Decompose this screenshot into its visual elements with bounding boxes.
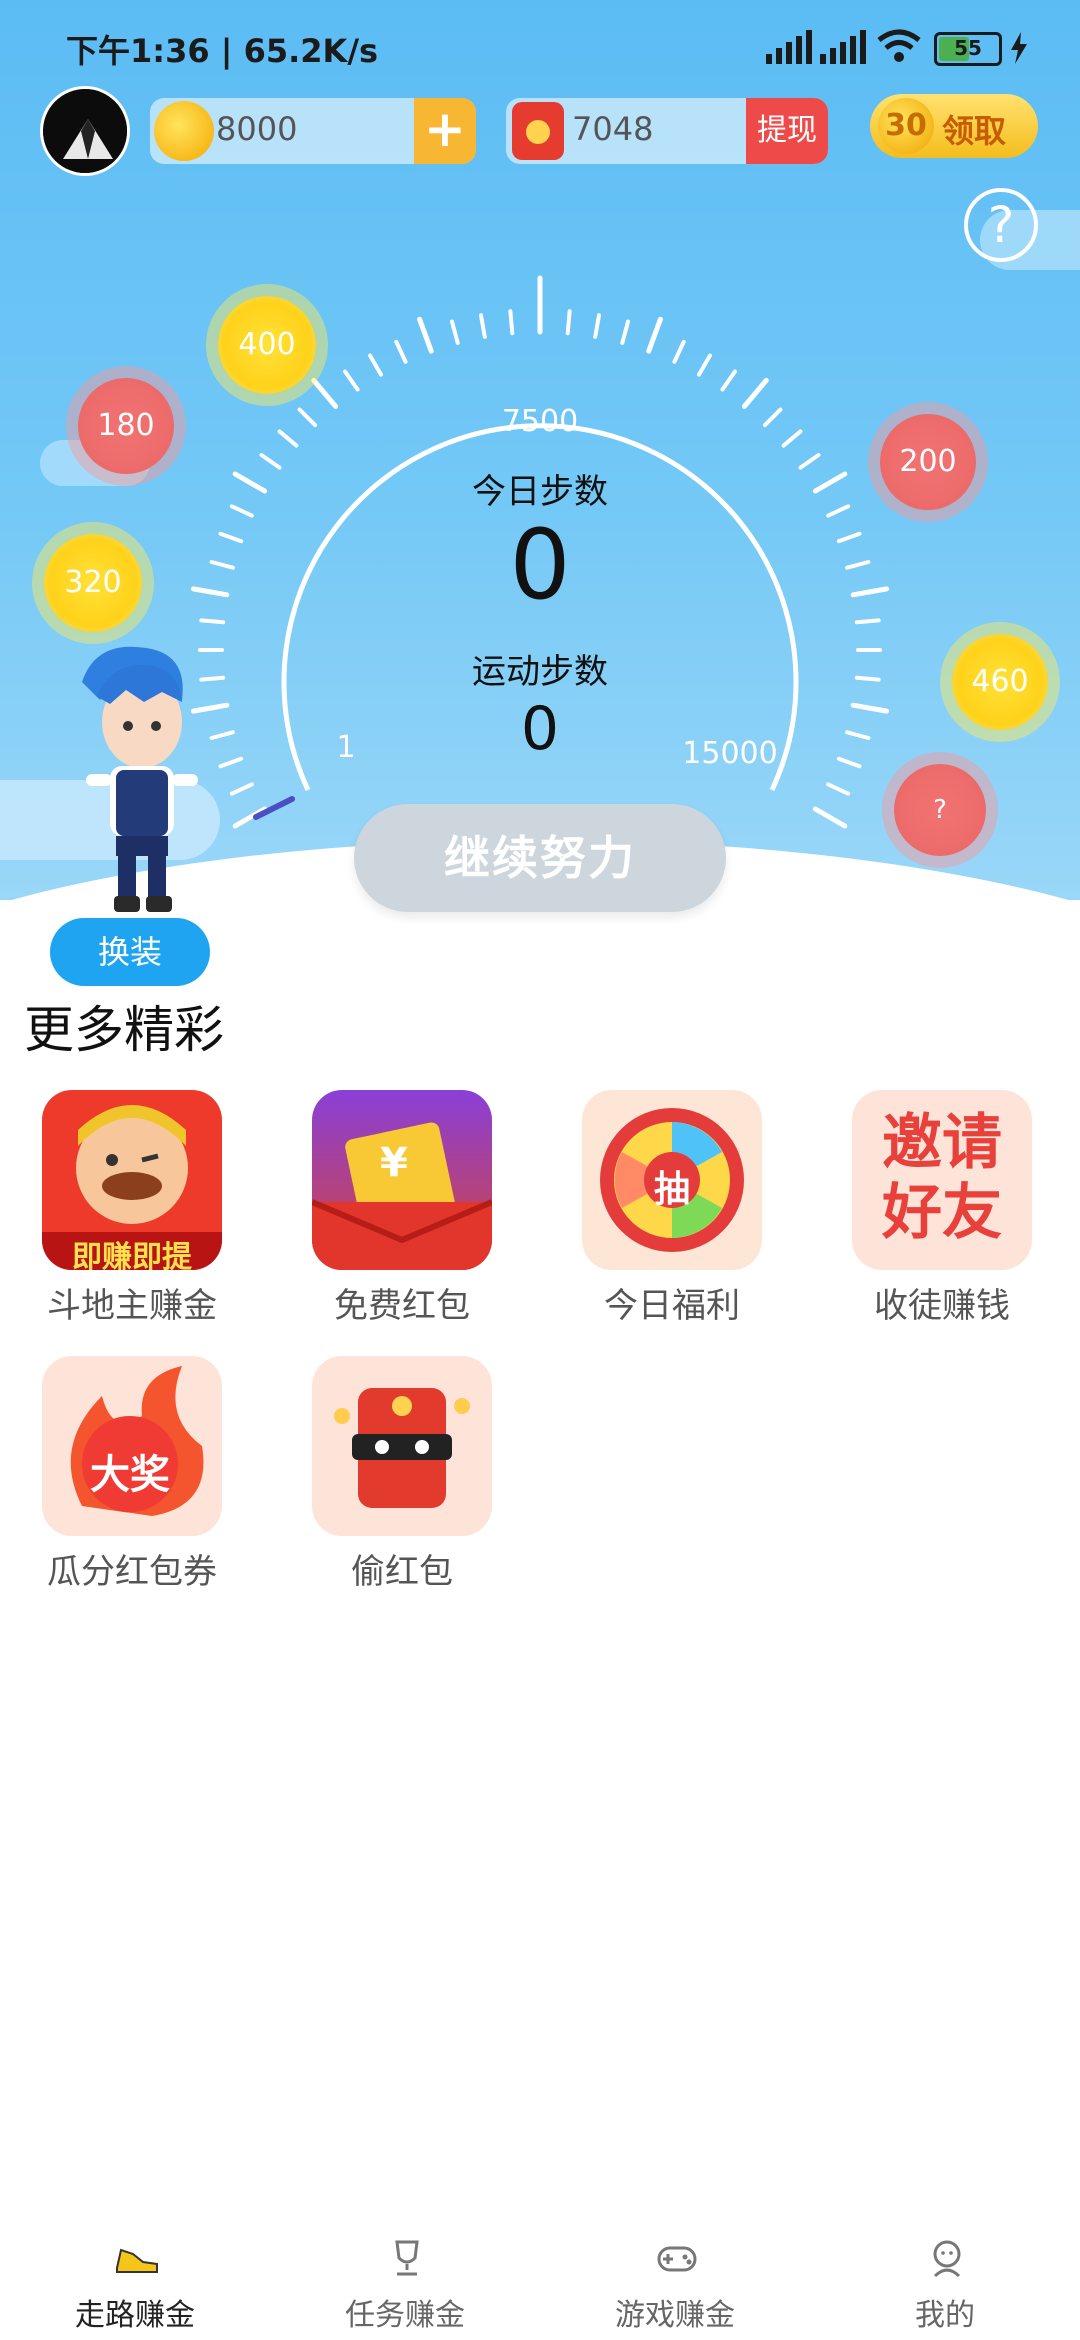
tab-label: 走路赚金 [75,2298,195,2333]
invite-badge: 邀请好友 [882,1108,1002,1248]
lucky-wheel-icon: 抽 [582,1090,762,1270]
gauge-tick [646,316,663,354]
gauge-tick [593,313,602,339]
gauge-tick [417,316,434,354]
gauge-tick [620,319,630,345]
tab-label: 我的 [915,2298,975,2333]
app-free-red-packet[interactable]: ¥ 免费红包 [312,1090,492,1327]
today-steps-value: 0 [509,509,571,621]
gamepad-icon [657,2246,697,2272]
gauge-tick [762,407,783,428]
draw-badge: 抽 [653,1169,690,1210]
thief-red-packet-icon [312,1356,492,1536]
gauge-tick [190,586,230,598]
gauge-tick [368,353,383,377]
more-section-title: 更多精彩 [24,1001,224,1059]
trophy-icon [395,2240,419,2276]
sport-steps-label: 运动步数 [472,652,608,692]
character-avatar[interactable] [56,640,206,920]
tab-task-earn[interactable]: 任务赚金 [270,2220,540,2340]
app-today-welfare[interactable]: 抽 今日福利 [582,1090,762,1327]
gauge-tick [741,377,769,409]
gauge-tick [850,586,890,598]
gauge-tick [478,313,487,339]
gauge-tick [218,756,244,769]
gauge-tick [229,782,254,796]
app-name: 收徒赚钱 [874,1286,1010,1326]
gauge-tick [565,309,572,336]
red-bubble-200[interactable]: 200 [880,414,976,510]
gauge-tick [798,452,821,470]
gauge-tick [229,504,254,518]
gauge-tick [672,339,686,364]
tab-label: 任务赚金 [345,2298,465,2333]
landlord-game-icon: 即赚即提 [42,1090,222,1270]
gauge-tick [826,782,851,796]
gauge-mid-label: 7500 [501,404,579,439]
red-bubble-mystery[interactable]: ? [894,764,986,856]
tab-mine[interactable]: 我的 [810,2220,1080,2340]
today-steps-label: 今日步数 [472,472,608,512]
app-invite-earn[interactable]: 邀请好友 收徒赚钱 [852,1090,1032,1327]
gauge-tick [277,429,299,448]
tab-label: 游戏赚金 [615,2298,735,2333]
app-steal-red-packet[interactable]: 偷红包 [312,1356,492,1593]
gauge-tick [812,806,848,829]
app-split-coupon[interactable]: 大奖 瓜分红包券 [42,1356,222,1593]
bottom-tab-bar: 走路赚金 任务赚金 游戏赚金 我的 [0,2220,1080,2340]
gauge-tick [297,407,318,428]
gauge-tick [209,560,235,570]
grand-prize-icon: 大奖 [42,1356,222,1536]
sneaker-icon [116,2248,158,2273]
gauge-tick [836,756,862,769]
gauge-tick [845,730,871,740]
gauge-tick [342,369,360,392]
yuan-badge: ¥ [380,1140,408,1186]
gauge-tick [394,339,408,364]
gauge-tick [826,504,851,518]
prize-badge: 大奖 [90,1452,170,1498]
app-name: 瓜分红包券 [47,1552,217,1592]
gauge-tick [845,560,871,570]
profile-face-icon [933,2240,961,2278]
gauge-tick [450,319,460,345]
gauge-tick [697,353,712,377]
gauge-tick [311,377,339,409]
gold-bubble-320[interactable]: 320 [44,534,142,632]
change-outfit-button[interactable]: 换装 [50,918,210,986]
app-name: 偷红包 [351,1552,453,1592]
landlord-badge: 即赚即提 [72,1240,192,1270]
tab-walk-earn[interactable]: 走路赚金 [0,2220,270,2340]
gauge-tick [209,730,235,740]
invite-friends-icon: 邀请好友 [852,1090,1032,1270]
app-name: 今日福利 [604,1286,740,1326]
gauge-max-label: 15000 [682,736,778,771]
free-red-packet-icon: ¥ [312,1090,492,1270]
gauge-tick [850,702,890,714]
gauge-min-label: 1 [336,730,356,765]
gauge-tick [259,452,282,470]
red-bubble-180[interactable]: 180 [78,378,174,474]
gold-bubble-400[interactable]: 400 [218,296,316,394]
app-name: 斗地主赚金 [47,1286,217,1326]
gauge-tick [854,618,881,625]
gauge-tick [218,531,244,544]
gauge-tick [781,429,803,448]
gauge-tick [812,471,848,494]
gauge-tick [199,618,226,625]
gauge-tick [836,531,862,544]
gauge-tick [720,369,738,392]
gauge-tick [232,471,268,494]
app-name: 免费红包 [334,1286,470,1326]
app-landlord-earn[interactable]: 即赚即提 斗地主赚金 [42,1090,222,1327]
sport-steps-value: 0 [520,694,560,764]
gauge-tick [508,309,515,336]
continue-effort-button[interactable]: 继续努力 [354,804,726,912]
gold-bubble-460[interactable]: 460 [952,634,1048,730]
tab-game-earn[interactable]: 游戏赚金 [540,2220,810,2340]
gauge-tick [854,675,881,682]
